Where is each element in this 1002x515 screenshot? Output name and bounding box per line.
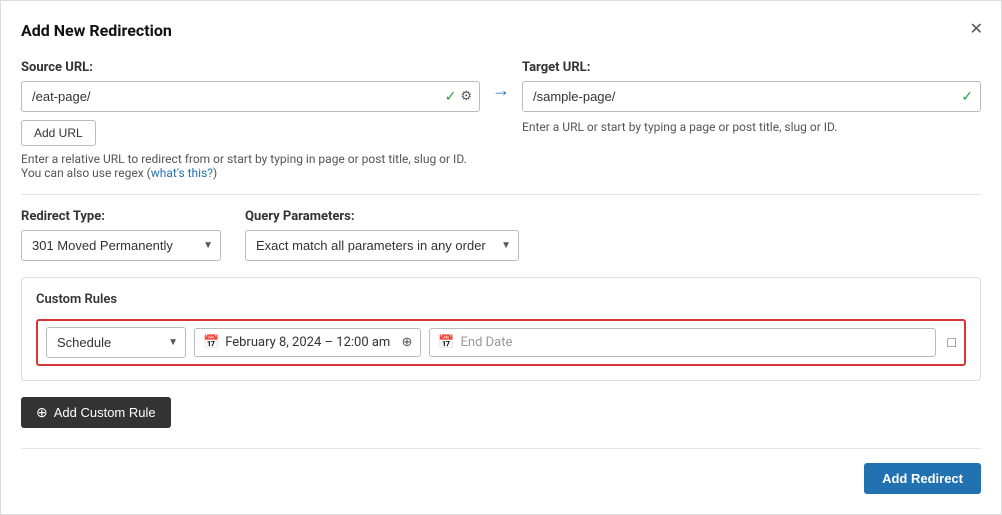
- source-gear-icon[interactable]: ⚙: [460, 89, 472, 104]
- custom-rule-row: Schedule Login Status Role Browser Langu…: [36, 319, 966, 366]
- add-url-button[interactable]: Add URL: [21, 120, 96, 146]
- add-custom-rule-label: Add Custom Rule: [54, 405, 156, 420]
- divider-1: [21, 194, 981, 195]
- query-params-group: Query Parameters: Exact match all parame…: [245, 209, 519, 261]
- whats-this-link[interactable]: what's this?: [151, 166, 213, 180]
- close-icon[interactable]: ✕: [970, 19, 983, 38]
- end-date-calendar-icon: 📅: [438, 335, 454, 350]
- source-url-label: Source URL:: [21, 60, 480, 75]
- url-arrow-icon: →: [492, 80, 510, 101]
- custom-rules-box: Custom Rules Schedule Login Status Role …: [21, 277, 981, 381]
- end-date-wrapper[interactable]: 📅 End Date: [429, 328, 935, 357]
- rule-type-select[interactable]: Schedule Login Status Role Browser Langu…: [46, 327, 186, 358]
- rule-delete-checkbox[interactable]: □: [948, 334, 956, 351]
- source-hint: Enter a relative URL to redirect from or…: [21, 152, 480, 180]
- target-url-input[interactable]: [522, 81, 981, 112]
- target-hint-text: Enter a URL or start by typing a page or…: [522, 120, 981, 134]
- redirect-type-group: Redirect Type: 301 Moved Permanently 302…: [21, 209, 221, 261]
- add-custom-rule-icon: ⊕: [36, 404, 48, 421]
- source-hint-regex-suffix: ): [213, 166, 217, 180]
- source-hint-text: Enter a relative URL to redirect from or…: [21, 152, 467, 166]
- query-params-label: Query Parameters:: [245, 209, 519, 224]
- target-input-icons: ✓: [961, 89, 973, 105]
- query-params-select-wrapper: Exact match all parameters in any order …: [245, 230, 519, 261]
- target-input-wrapper: ✓: [522, 81, 981, 112]
- settings-row: Redirect Type: 301 Moved Permanently 302…: [21, 209, 981, 261]
- source-url-input[interactable]: [21, 81, 480, 112]
- target-url-label: Target URL:: [522, 60, 981, 75]
- source-input-icons: ✓ ⚙: [445, 89, 472, 105]
- page-title: Add New Redirection: [21, 21, 981, 40]
- query-params-select[interactable]: Exact match all parameters in any order …: [245, 230, 519, 261]
- source-check-icon: ✓: [445, 89, 457, 105]
- end-date-placeholder: End Date: [461, 335, 513, 350]
- redirect-type-select-wrapper: 301 Moved Permanently 302 Found 303 See …: [21, 230, 221, 261]
- url-row: Source URL: ✓ ⚙ Add URL Enter a relative…: [21, 60, 981, 180]
- add-custom-rule-button[interactable]: ⊕ Add Custom Rule: [21, 397, 171, 428]
- start-date-calendar-icon: 📅: [203, 335, 219, 350]
- target-url-section: Target URL: ✓ Enter a URL or start by ty…: [522, 60, 981, 134]
- source-input-wrapper: ✓ ⚙: [21, 81, 480, 112]
- start-date-wrapper[interactable]: 📅 February 8, 2024 – 12:00 am ⊕: [194, 328, 421, 357]
- target-check-icon: ✓: [961, 89, 973, 105]
- source-hint-regex-prefix: You can also use regex (: [21, 166, 151, 180]
- custom-rules-title: Custom Rules: [36, 292, 966, 307]
- redirect-type-label: Redirect Type:: [21, 209, 221, 224]
- source-url-section: Source URL: ✓ ⚙ Add URL Enter a relative…: [21, 60, 480, 180]
- rule-type-select-wrapper: Schedule Login Status Role Browser Langu…: [46, 327, 186, 358]
- modal-container: ✕ Add New Redirection Source URL: ✓ ⚙ Ad…: [0, 0, 1002, 515]
- redirect-type-select[interactable]: 301 Moved Permanently 302 Found 303 See …: [21, 230, 221, 261]
- add-redirect-button[interactable]: Add Redirect: [864, 463, 981, 494]
- start-date-text: February 8, 2024 – 12:00 am: [225, 335, 390, 350]
- start-date-clear-icon[interactable]: ⊕: [401, 335, 412, 350]
- bottom-bar: Add Redirect: [21, 448, 981, 494]
